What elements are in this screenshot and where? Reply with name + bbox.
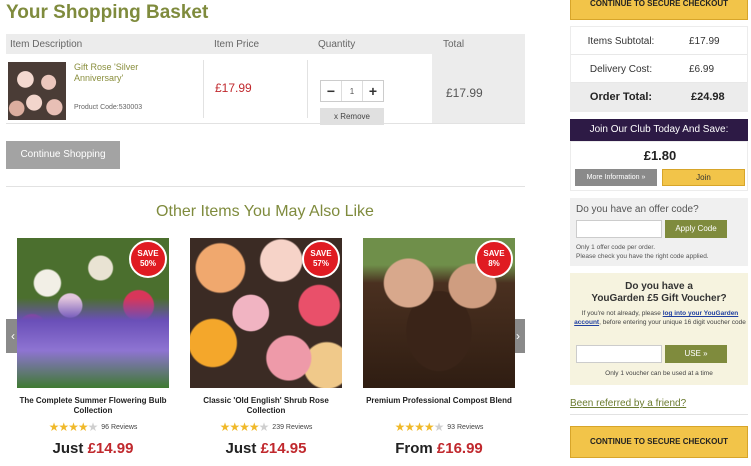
save-percent: 50% [139, 259, 156, 268]
product-name[interactable]: The Complete Summer Flowering Bulb Colle… [17, 396, 169, 418]
product-card[interactable]: SAVE 57% Classic 'Old English' Shrub Rose… [190, 238, 342, 457]
price-amount: £14.95 [260, 440, 307, 457]
save-word: SAVE [310, 249, 332, 258]
quantity-input[interactable] [341, 81, 363, 101]
gift-voucher-box: Do you have a YouGarden £5 Gift Voucher?… [570, 273, 748, 385]
rating: ★★★★★ 239 Reviews [190, 420, 342, 434]
offer-code-input[interactable] [576, 220, 662, 238]
star-rating-icon: ★★★★★ [219, 420, 270, 434]
product-name[interactable]: Classic 'Old English' Shrub Rose Collect… [190, 396, 342, 418]
save-percent: 8% [488, 259, 500, 268]
column-divider [203, 60, 204, 118]
offer-code-note: Only 1 offer code per order. Please chec… [576, 243, 746, 261]
table-row: Gift Rose 'Silver Anniversary' Product C… [6, 54, 525, 125]
save-badge: SAVE 50% [129, 240, 167, 278]
delivery-value: £6.99 [689, 64, 715, 75]
voucher-title-line: Do you have a [625, 281, 693, 292]
save-badge: SAVE 57% [302, 240, 340, 278]
star-rating-icon: ★★★★★ [394, 420, 445, 434]
order-total-label: Order Total: [589, 91, 653, 103]
voucher-title: Do you have a YouGarden £5 Gift Voucher? [570, 281, 748, 305]
product-image-roses[interactable]: SAVE 57% [190, 238, 342, 388]
rating: ★★★★★ 96 Reviews [17, 420, 169, 434]
basket-sidebar: CONTINUE TO SECURE CHECKOUT Items Subtot… [570, 0, 751, 466]
use-voucher-button[interactable]: USE » [665, 345, 727, 363]
also-like-title: Other Items You May Also Like [156, 203, 374, 220]
save-word: SAVE [483, 249, 505, 258]
item-name-link[interactable]: Gift Rose 'Silver Anniversary' [74, 62, 174, 84]
star-rating-icon: ★★★★★ [48, 420, 99, 434]
quantity-stepper: − + [320, 80, 384, 102]
offer-note-line: Please check you have the right code app… [576, 253, 709, 260]
club-heading: Join Our Club Today And Save: [570, 119, 748, 141]
header-total: Total [443, 39, 465, 50]
review-count[interactable]: 239 Reviews [272, 424, 312, 431]
item-price: £17.99 [215, 81, 252, 95]
voucher-note: If you're not already, please log into y… [574, 310, 746, 327]
product-price: Just £14.99 [17, 440, 169, 457]
more-information-button[interactable]: More Information » [575, 169, 657, 186]
save-percent: 57% [312, 259, 329, 268]
apply-code-button[interactable]: Apply Code [665, 220, 727, 238]
price-amount: £16.99 [436, 440, 483, 457]
increase-quantity-button[interactable]: + [363, 81, 383, 101]
section-divider [570, 414, 748, 415]
voucher-title-line: YouGarden £5 Gift Voucher? [591, 293, 727, 304]
offer-note-line: Only 1 offer code per order. [576, 244, 656, 251]
voucher-limit-note: Only 1 voucher can be used at a time [605, 370, 713, 377]
item-total: £17.99 [446, 86, 483, 100]
voucher-note-text: If you're not already, please [581, 310, 663, 317]
subtotal-value: £17.99 [689, 36, 720, 47]
product-price: From £16.99 [363, 440, 515, 457]
price-prefix: Just [52, 440, 88, 457]
subtotal-row: Items Subtotal: £17.99 [571, 27, 747, 55]
product-name[interactable]: Premium Professional Compost Blend [363, 396, 515, 418]
price-prefix: Just [225, 440, 261, 457]
header-price: Item Price [214, 39, 260, 50]
header-description: Item Description [10, 39, 83, 50]
secure-checkout-button-bottom[interactable]: CONTINUE TO SECURE CHECKOUT [570, 426, 748, 458]
basket-table: Item Description Item Price Quantity Tot… [6, 34, 525, 125]
subtotal-label: Items Subtotal: [587, 36, 655, 47]
column-divider [307, 60, 308, 118]
price-prefix: From [395, 440, 437, 457]
join-button[interactable]: Join [662, 169, 745, 186]
order-total-row: Order Total: £24.98 [571, 83, 747, 111]
basket-main: Your Shopping Basket Item Description It… [0, 0, 530, 466]
product-card[interactable]: SAVE 50% The Complete Summer Flowering Bu… [17, 238, 169, 457]
offer-code-title: Do you have an offer code? [576, 204, 699, 215]
save-word: SAVE [137, 249, 159, 258]
review-count[interactable]: 96 Reviews [101, 424, 137, 431]
product-price: Just £14.95 [190, 440, 342, 457]
voucher-code-input[interactable] [576, 345, 662, 363]
delivery-row: Delivery Cost: £6.99 [571, 55, 747, 83]
secure-checkout-button-top[interactable]: CONTINUE TO SECURE CHECKOUT [570, 0, 748, 20]
club-box: £1.80 More Information » Join [570, 141, 748, 191]
price-amount: £14.99 [87, 440, 134, 457]
section-divider [6, 186, 525, 187]
product-card[interactable]: SAVE 8% Premium Professional Compost Blen… [363, 238, 515, 457]
referred-by-friend-link[interactable]: Been referred by a friend? [570, 398, 686, 409]
offer-code-box: Do you have an offer code? Apply Code On… [570, 198, 748, 266]
continue-shopping-button[interactable]: Continue Shopping [6, 141, 120, 169]
product-thumbnail[interactable] [8, 62, 66, 120]
product-image-compost[interactable]: SAVE 8% [363, 238, 515, 388]
save-badge: SAVE 8% [475, 240, 513, 278]
item-product-code: Product Code:530003 [74, 104, 143, 111]
review-count[interactable]: 93 Reviews [447, 424, 483, 431]
rating: ★★★★★ 93 Reviews [363, 420, 515, 434]
remove-item-button[interactable]: x Remove [320, 108, 384, 125]
page-title: Your Shopping Basket [6, 2, 209, 23]
voucher-note-text: , before entering your unique 16 digit v… [599, 318, 746, 326]
delivery-label: Delivery Cost: [589, 64, 653, 75]
order-summary: Items Subtotal: £17.99 Delivery Cost: £6… [570, 26, 748, 112]
header-quantity: Quantity [318, 39, 356, 50]
order-total-value: £24.98 [691, 91, 725, 103]
club-saving: £1.80 [643, 148, 677, 163]
decrease-quantity-button[interactable]: − [321, 81, 341, 101]
basket-table-header: Item Description Item Price Quantity Tot… [6, 34, 525, 54]
product-image-bulbs[interactable]: SAVE 50% [17, 238, 169, 388]
